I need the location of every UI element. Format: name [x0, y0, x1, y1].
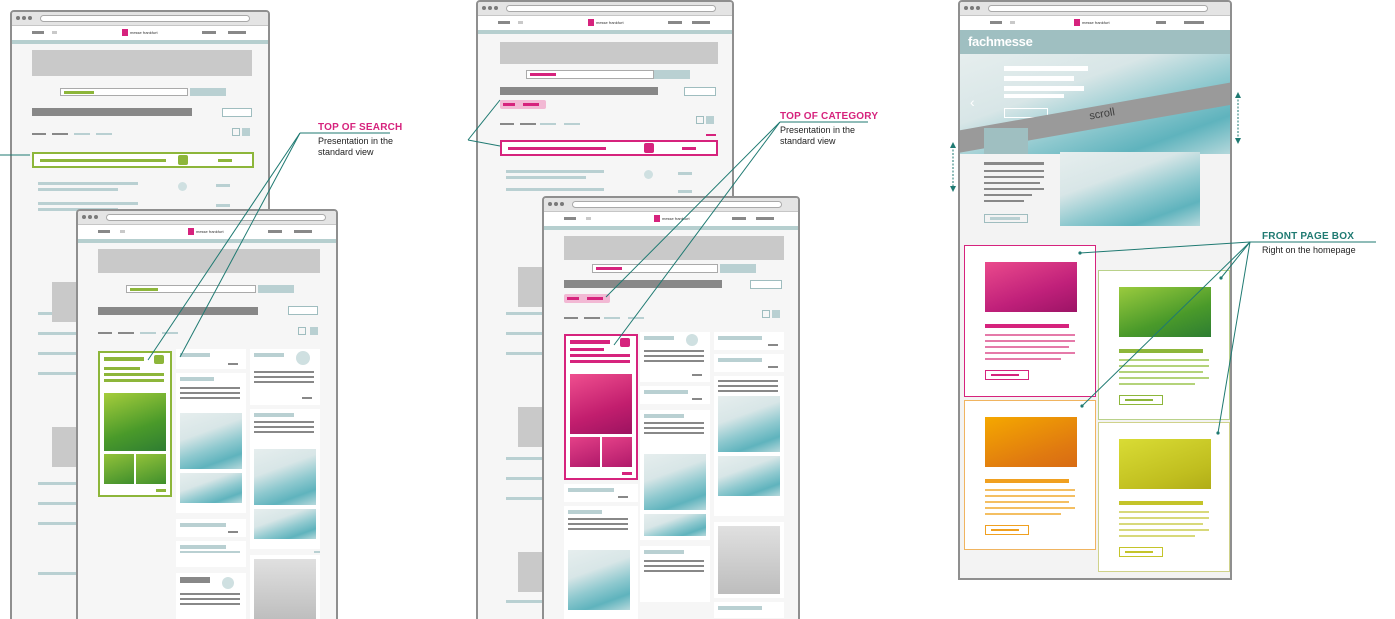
front-page-box-title: FRONT PAGE BOX — [1262, 231, 1355, 242]
top-of-category-subtitle-1: Presentation in the — [780, 125, 856, 135]
top-of-category-title: TOP OF CATEGORY — [780, 111, 879, 122]
top-of-category-subtitle-2: standard view — [780, 136, 836, 146]
top-of-search-title: TOP OF SEARCH — [318, 122, 403, 133]
top-of-search-subtitle-1: Presentation in the — [318, 136, 394, 146]
top-of-search-subtitle-2: standard view — [318, 147, 374, 157]
leader-lines — [0, 92, 1376, 435]
front-page-box-subtitle: Right on the homepage — [1262, 245, 1356, 255]
